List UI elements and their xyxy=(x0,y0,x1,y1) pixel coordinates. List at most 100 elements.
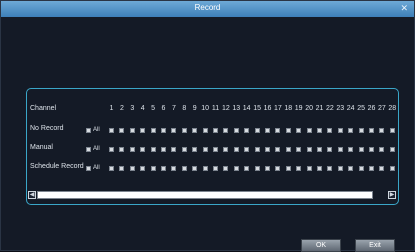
checkbox-schedule-record-channel[interactable] xyxy=(337,166,343,171)
checkbox-no-record-channel[interactable] xyxy=(192,128,198,133)
checkbox-schedule-record-channel[interactable] xyxy=(275,166,281,171)
checkbox-no-record-channel[interactable] xyxy=(181,128,187,133)
checkbox-no-record-channel[interactable] xyxy=(244,128,250,133)
checkbox-manual-channel[interactable] xyxy=(285,147,291,152)
checkbox-manual-channel[interactable] xyxy=(233,147,239,152)
scrollbar-thumb[interactable] xyxy=(37,191,373,199)
checkbox-no-record-channel[interactable] xyxy=(129,128,135,133)
checkbox-schedule-record-channel[interactable] xyxy=(140,166,146,171)
checkbox-schedule-record-channel[interactable] xyxy=(358,166,364,171)
checkbox-no-record-channel[interactable] xyxy=(296,128,302,133)
checkbox-no-record-channel[interactable] xyxy=(327,128,333,133)
checkbox-no-record-channel[interactable] xyxy=(202,128,208,133)
checkbox-manual-channel[interactable] xyxy=(379,147,385,152)
checkbox-schedule-record-channel[interactable] xyxy=(369,166,374,171)
checkbox-no-record-channel[interactable] xyxy=(119,128,125,133)
checkbox-no-record-channel[interactable] xyxy=(150,128,156,133)
checkbox-manual-channel[interactable] xyxy=(119,147,125,152)
checkbox-schedule-record-channel[interactable] xyxy=(306,166,312,171)
checkbox-manual-channel[interactable] xyxy=(317,147,322,152)
checkbox-no-record-channel[interactable] xyxy=(171,128,177,133)
exit-button[interactable]: Exit xyxy=(355,239,395,252)
checkbox-schedule-record-channel[interactable] xyxy=(348,166,354,171)
checkbox-schedule-record-channel[interactable] xyxy=(296,166,302,171)
checkbox-no-record-channel[interactable] xyxy=(213,128,218,133)
checkbox-schedule-record-channel[interactable] xyxy=(171,166,177,171)
checkbox-manual-channel[interactable] xyxy=(129,147,135,152)
checkbox-schedule-record-channel[interactable] xyxy=(150,166,156,171)
checkbox-schedule-record-channel[interactable] xyxy=(317,166,322,171)
checkbox-no-record-channel[interactable] xyxy=(379,128,385,133)
checkbox-no-record-channel[interactable] xyxy=(389,128,395,133)
checkbox-no-record-channel[interactable] xyxy=(275,128,281,133)
checkbox-manual-channel[interactable] xyxy=(109,147,114,152)
checkbox-manual-channel[interactable] xyxy=(150,147,156,152)
checkbox-manual-channel[interactable] xyxy=(244,147,250,152)
checkbox-schedule-record-channel[interactable] xyxy=(181,166,187,171)
checkbox-schedule-record-channel[interactable] xyxy=(327,166,333,171)
checkbox-manual-channel[interactable] xyxy=(275,147,281,152)
checkbox-no-record-channel[interactable] xyxy=(109,128,114,133)
channel-number: 6 xyxy=(161,105,166,112)
checkbox-manual-channel[interactable] xyxy=(140,147,146,152)
checkbox-schedule-record-channel[interactable] xyxy=(389,166,395,171)
checkbox-schedule-record-channel[interactable] xyxy=(119,166,125,171)
checkbox-manual-channel[interactable] xyxy=(358,147,364,152)
checkbox-manual-channel[interactable] xyxy=(161,147,166,152)
checkbox-manual-channel[interactable] xyxy=(192,147,198,152)
channel-number: 14 xyxy=(242,105,251,112)
checkbox-schedule-record-channel[interactable] xyxy=(265,166,270,171)
checkbox-manual-channel[interactable] xyxy=(296,147,302,152)
channel-number: 11 xyxy=(211,105,220,112)
checkbox-no-record-channel[interactable] xyxy=(161,128,166,133)
checkbox-all-manual[interactable] xyxy=(86,147,91,152)
checkbox-manual-channel[interactable] xyxy=(223,147,229,152)
checkbox-manual-channel[interactable] xyxy=(265,147,270,152)
channel-number: 28 xyxy=(388,105,397,112)
checkbox-manual-channel[interactable] xyxy=(171,147,177,152)
checkbox-schedule-record-channel[interactable] xyxy=(379,166,385,171)
horizontal-scrollbar[interactable]: ◀ ▶ xyxy=(28,191,396,199)
checkbox-schedule-record-channel[interactable] xyxy=(223,166,229,171)
checkbox-manual-channel[interactable] xyxy=(202,147,208,152)
checkbox-manual-channel[interactable] xyxy=(389,147,395,152)
checkbox-no-record-channel[interactable] xyxy=(348,128,354,133)
checkbox-manual-channel[interactable] xyxy=(327,147,333,152)
checkbox-no-record-channel[interactable] xyxy=(233,128,239,133)
channel-number: 24 xyxy=(346,105,355,112)
checkbox-manual-channel[interactable] xyxy=(181,147,187,152)
checkbox-no-record-channel[interactable] xyxy=(369,128,374,133)
checkbox-no-record-channel[interactable] xyxy=(285,128,291,133)
checkbox-schedule-record-channel[interactable] xyxy=(244,166,250,171)
checkbox-schedule-record-channel[interactable] xyxy=(161,166,166,171)
checkbox-manual-channel[interactable] xyxy=(369,147,374,152)
checkbox-manual-channel[interactable] xyxy=(254,147,260,152)
scroll-right-icon[interactable]: ▶ xyxy=(388,191,396,199)
checkbox-manual-channel[interactable] xyxy=(213,147,218,152)
checkbox-no-record-channel[interactable] xyxy=(337,128,343,133)
checkbox-manual-channel[interactable] xyxy=(348,147,354,152)
checkbox-no-record-channel[interactable] xyxy=(265,128,270,133)
checkbox-schedule-record-channel[interactable] xyxy=(233,166,239,171)
checkbox-manual-channel[interactable] xyxy=(337,147,343,152)
checkbox-schedule-record-channel[interactable] xyxy=(213,166,218,171)
checkbox-schedule-record-channel[interactable] xyxy=(254,166,260,171)
checkbox-schedule-record-channel[interactable] xyxy=(192,166,198,171)
checkbox-no-record-channel[interactable] xyxy=(223,128,229,133)
close-icon[interactable]: ✕ xyxy=(400,3,408,14)
checkbox-no-record-channel[interactable] xyxy=(358,128,364,133)
checkbox-schedule-record-channel[interactable] xyxy=(202,166,208,171)
checkbox-no-record-channel[interactable] xyxy=(140,128,146,133)
channel-number: 18 xyxy=(284,105,293,112)
checkbox-no-record-channel[interactable] xyxy=(254,128,260,133)
checkbox-no-record-channel[interactable] xyxy=(306,128,312,133)
checkbox-schedule-record-channel[interactable] xyxy=(109,166,114,171)
checkbox-all-no-record[interactable] xyxy=(86,128,91,133)
ok-button[interactable]: OK xyxy=(301,239,341,252)
checkbox-manual-channel[interactable] xyxy=(306,147,312,152)
scroll-left-icon[interactable]: ◀ xyxy=(28,191,36,199)
checkbox-all-schedule-record[interactable] xyxy=(86,166,91,171)
checkbox-no-record-channel[interactable] xyxy=(317,128,322,133)
checkbox-schedule-record-channel[interactable] xyxy=(285,166,291,171)
checkbox-schedule-record-channel[interactable] xyxy=(129,166,135,171)
